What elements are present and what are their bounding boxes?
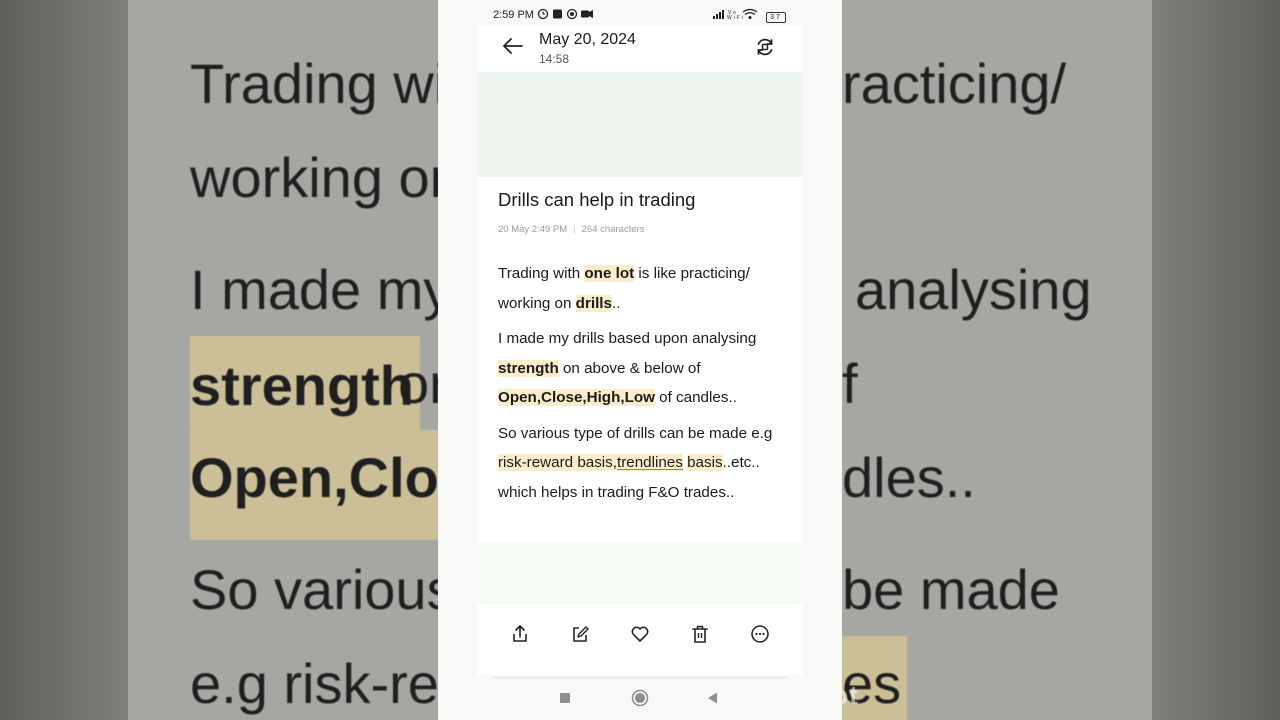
bg-line: I made my: [190, 258, 452, 321]
note-image-placeholder: [478, 72, 802, 177]
more-button[interactable]: [749, 623, 771, 645]
note-header: May 20, 2024 14:58: [478, 26, 802, 72]
text-run: on above & below of: [558, 359, 701, 377]
svg-text:WiFi: WiFi: [727, 15, 745, 20]
highlighted-text: drills: [575, 294, 612, 312]
back-button[interactable]: [502, 36, 524, 56]
header-date: May 20, 2024: [539, 31, 636, 48]
share-icon: [513, 625, 527, 642]
header-time: 14:58: [539, 52, 570, 66]
edit-button[interactable]: [569, 623, 591, 645]
trash-icon: [692, 625, 708, 643]
highlighted-underlined-text: trendlines: [617, 454, 683, 472]
divider: [493, 677, 787, 678]
bg-line: So various: [190, 558, 455, 621]
bg-line: working on: [190, 146, 461, 209]
more-icon: [751, 625, 769, 643]
note-paragraph: So various type of drills can be made e.…: [498, 419, 790, 508]
bg-line: be made: [842, 558, 1060, 621]
text-run: ..: [611, 294, 621, 312]
background-left-edge: [0, 0, 128, 720]
bg-line: f: [842, 352, 858, 415]
status-notification-icons: [537, 8, 597, 23]
text-run: of candles..: [654, 389, 737, 407]
highlighted-text: Open,Close,High,Low: [498, 389, 655, 407]
status-time: 2:59 PM: [493, 9, 534, 21]
background-right-edge: [1152, 0, 1280, 720]
sync-icon: [757, 38, 773, 56]
back-nav-button[interactable]: [704, 689, 722, 707]
highlighted-text: risk-reward basis,: [498, 454, 617, 472]
bg-line: e.g risk-rew: [190, 652, 480, 715]
delete-button[interactable]: [689, 623, 711, 645]
home-button[interactable]: [631, 689, 649, 707]
battery-icon: 37: [766, 11, 786, 23]
highlighted-text: basis: [687, 454, 723, 472]
triangle-back-icon: [708, 692, 717, 704]
highlighted-text: one lot: [584, 265, 635, 282]
bold-text: one lot: [584, 265, 635, 282]
highlighted-text: strength: [498, 359, 559, 377]
text-run: I made my drills based upon analysing: [498, 329, 757, 347]
bg-line: Trading wit: [190, 52, 462, 115]
empty-area: [478, 543, 802, 605]
note-paragraph: Trading with one lot is like practicing/…: [498, 259, 790, 318]
circle-icon: [631, 689, 649, 707]
status-right-icons: Vo WiFi 37: [713, 8, 786, 23]
sync-button[interactable]: [754, 36, 776, 58]
text-run: Trading with: [498, 265, 585, 282]
bg-line: dles..: [842, 446, 976, 509]
notification-icons: [537, 8, 593, 20]
note-meta: 20 May 2:49 PM | 264 characters: [498, 224, 644, 235]
bold-text: Open,Close,High,Low: [498, 389, 655, 407]
meta-separator: |: [573, 224, 576, 235]
note-title[interactable]: Drills can help in trading: [498, 189, 695, 211]
phone-screen: 2:59 PM Vo WiFi 37 May 20, 2024 14:58 Dr…: [438, 0, 842, 720]
bold-text: drills: [575, 294, 612, 312]
bold-text: strength: [498, 359, 559, 377]
recent-apps-button[interactable]: [556, 689, 574, 707]
bg-line: racticing/: [842, 52, 1067, 115]
square-icon: [560, 693, 570, 703]
note-card[interactable]: Drills can help in trading 20 May 2:49 P…: [478, 177, 802, 543]
arrow-left-icon: [503, 38, 523, 54]
system-navigation-bar: [438, 677, 842, 720]
note-body[interactable]: Trading with one lot is like practicing/…: [498, 259, 790, 513]
signal-wifi-icons: Vo WiFi: [713, 8, 758, 21]
edit-icon: [573, 626, 589, 642]
bg-line: analysing: [855, 258, 1092, 321]
text-run: So various type of drills can be made e.…: [498, 424, 773, 442]
note-paragraph: I made my drills based upon analysing st…: [498, 324, 790, 413]
heart-icon: [631, 626, 649, 642]
share-button[interactable]: [509, 623, 531, 645]
note-meta-date: 20 May 2:49 PM: [498, 224, 568, 235]
bg-line: strength: [190, 336, 420, 436]
favorite-button[interactable]: [629, 623, 651, 645]
bottom-toolbar: [478, 605, 802, 675]
note-meta-characters: 264 characters: [581, 224, 645, 235]
